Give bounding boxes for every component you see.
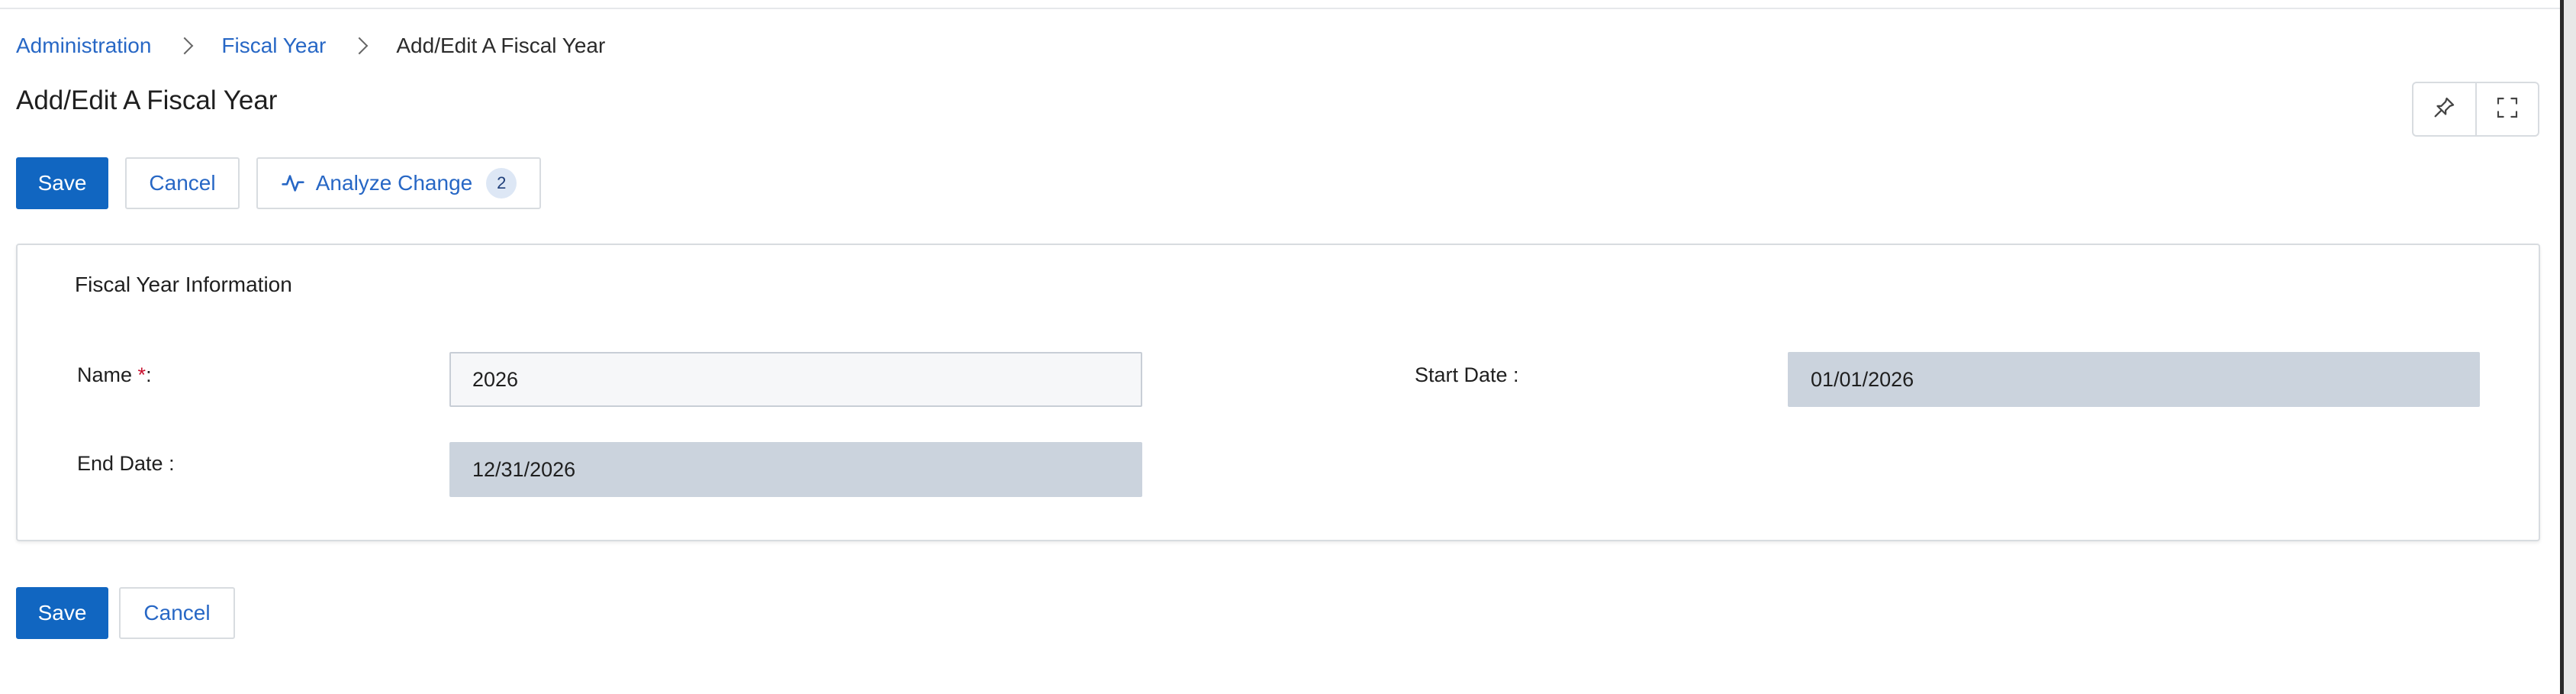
footer-save-button[interactable]: Save <box>16 587 108 639</box>
end-date-field: 12/31/2026 <box>449 442 1142 497</box>
footer-cancel-button[interactable]: Cancel <box>119 587 235 639</box>
pin-button[interactable] <box>2413 83 2475 135</box>
top-divider <box>0 8 2560 9</box>
window-scroll-edge <box>2560 0 2576 694</box>
cancel-button[interactable]: Cancel <box>125 157 240 209</box>
activity-icon <box>281 171 305 195</box>
breadcrumb: Administration Fiscal Year Add/Edit A Fi… <box>16 31 605 61</box>
end-date-label: End Date : <box>77 452 175 475</box>
breadcrumb-current: Add/Edit A Fiscal Year <box>396 34 606 57</box>
start-date-field: 01/01/2026 <box>1788 352 2480 407</box>
fiscal-year-panel: Fiscal Year Information Name *: 2026 Sta… <box>16 244 2540 541</box>
analyze-change-button[interactable]: Analyze Change 2 <box>256 157 541 209</box>
change-count-badge: 2 <box>486 168 517 199</box>
breadcrumb-fiscal-year[interactable]: Fiscal Year <box>221 34 326 58</box>
fullscreen-button[interactable] <box>2475 83 2539 135</box>
start-date-label: Start Date : <box>1415 363 1519 386</box>
chevron-right-icon <box>351 37 369 55</box>
fullscreen-icon <box>2495 95 2520 124</box>
name-label-text: Name <box>77 363 133 386</box>
analyze-change-label: Analyze Change <box>315 171 473 195</box>
name-input[interactable]: 2026 <box>449 352 1142 407</box>
page-title: Add/Edit A Fiscal Year <box>16 86 278 115</box>
pin-icon <box>2431 95 2457 124</box>
name-label: Name *: <box>77 363 152 387</box>
chevron-right-icon <box>176 37 194 55</box>
view-controls <box>2412 82 2539 137</box>
section-title: Fiscal Year Information <box>75 273 292 296</box>
breadcrumb-administration[interactable]: Administration <box>16 34 151 58</box>
required-mark: * <box>137 363 147 386</box>
name-label-suffix: : <box>146 363 152 386</box>
save-button[interactable]: Save <box>16 157 108 209</box>
